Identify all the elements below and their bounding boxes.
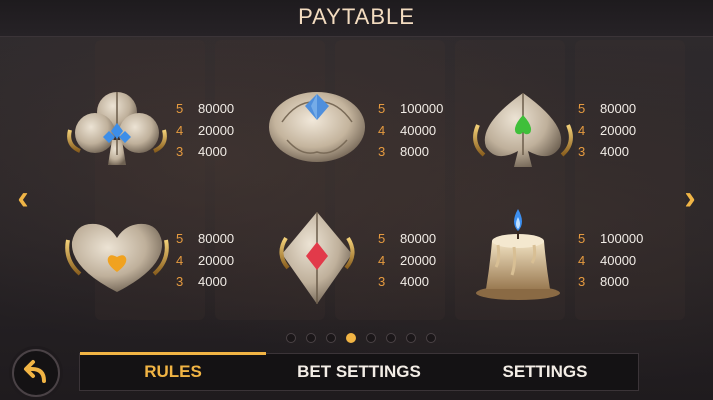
pagination-dot[interactable] <box>406 333 416 343</box>
match-count: 4 <box>176 252 184 268</box>
tab-bar: RULES BET SETTINGS SETTINGS <box>79 352 639 391</box>
paytable-values: 5 80000 4 20000 3 4000 <box>578 98 668 163</box>
match-count: 4 <box>378 122 386 138</box>
undo-arrow-icon <box>24 360 46 383</box>
match-count: 5 <box>378 101 386 116</box>
back-button[interactable] <box>12 349 60 397</box>
match-count: 4 <box>578 252 586 268</box>
pagination-dot[interactable] <box>426 333 436 343</box>
diamond-symbol <box>262 208 372 304</box>
match-count: 5 <box>378 231 386 246</box>
club-symbol <box>62 85 172 175</box>
match-count: 3 <box>176 144 184 159</box>
payout-value: 4000 <box>198 144 227 159</box>
pagination-dot[interactable] <box>286 333 296 343</box>
payout-value: 4000 <box>198 274 227 289</box>
pagination-dot[interactable] <box>386 333 396 343</box>
match-count: 5 <box>176 231 184 246</box>
payout-value: 80000 <box>198 231 235 246</box>
chevron-right-icon[interactable]: › <box>679 181 701 215</box>
payout-value: 80000 <box>600 101 637 116</box>
match-count: 3 <box>378 144 386 159</box>
pagination-dot[interactable] <box>306 333 316 343</box>
paytable-values: 5 80000 4 20000 3 4000 <box>176 228 266 293</box>
page-title: PAYTABLE <box>298 4 415 29</box>
payout-value: 4000 <box>400 274 429 289</box>
match-count: 3 <box>578 144 586 159</box>
payout-value: 8000 <box>600 274 629 289</box>
paytable-values: 5 80000 4 20000 3 4000 <box>378 228 468 293</box>
pagination-dot[interactable] <box>366 333 376 343</box>
match-count: 4 <box>578 122 586 138</box>
match-count: 3 <box>578 274 586 289</box>
paytable-values: 5 80000 4 20000 3 4000 <box>176 98 266 163</box>
match-count: 4 <box>176 122 184 138</box>
spade-symbol <box>468 85 578 175</box>
payout-value: 4000 <box>600 144 629 159</box>
paytable-values: 5 100000 4 40000 3 8000 <box>578 228 668 293</box>
pagination-dots <box>286 333 436 343</box>
pagination-dot[interactable] <box>346 333 356 343</box>
heart-symbol <box>62 218 172 308</box>
candle-symbol <box>468 205 578 300</box>
match-count: 4 <box>378 252 386 268</box>
payout-value: 20000 <box>600 122 637 138</box>
payout-value: 40000 <box>400 122 437 138</box>
match-count: 3 <box>176 274 184 289</box>
header-bar: PAYTABLE <box>0 0 713 37</box>
pagination-dot[interactable] <box>326 333 336 343</box>
payout-value: 80000 <box>198 101 235 116</box>
tab-settings[interactable]: SETTINGS <box>452 354 638 390</box>
match-count: 5 <box>578 231 586 246</box>
payout-value: 100000 <box>400 101 444 116</box>
chevron-left-icon[interactable]: ‹ <box>12 181 34 215</box>
payout-value: 20000 <box>198 252 235 268</box>
payout-value: 8000 <box>400 144 429 159</box>
rose-symbol <box>262 82 372 172</box>
match-count: 3 <box>378 274 386 289</box>
tab-rules[interactable]: RULES <box>80 354 266 390</box>
payout-value: 100000 <box>600 231 644 246</box>
payout-value: 40000 <box>600 252 637 268</box>
paytable-values: 5 100000 4 40000 3 8000 <box>378 98 468 163</box>
match-count: 5 <box>578 101 586 116</box>
match-count: 5 <box>176 101 184 116</box>
tab-bet-settings[interactable]: BET SETTINGS <box>266 354 452 390</box>
payout-value: 20000 <box>198 122 235 138</box>
payout-value: 20000 <box>400 252 437 268</box>
payout-value: 80000 <box>400 231 437 246</box>
